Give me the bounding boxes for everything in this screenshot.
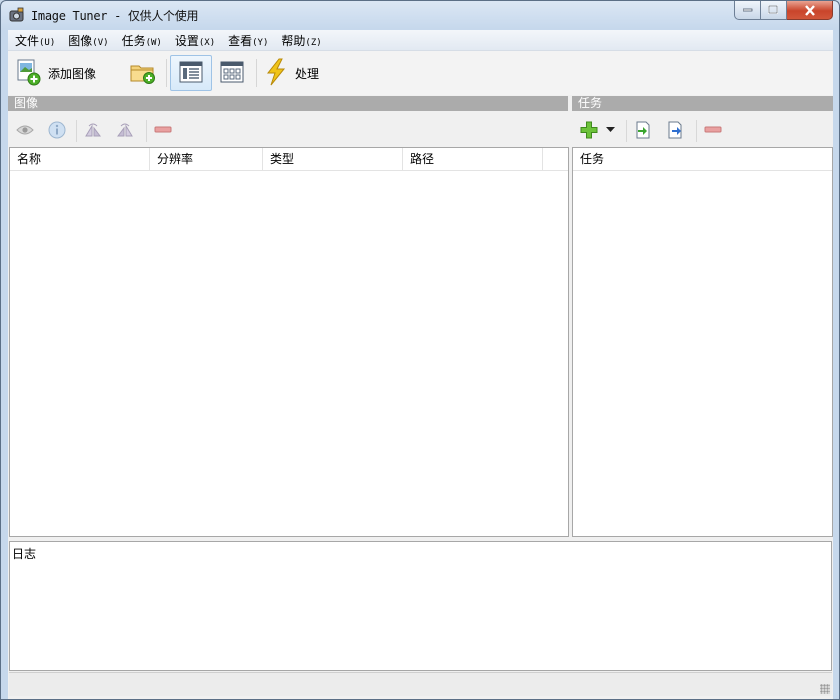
tasks-section-header: 任务 xyxy=(572,96,833,111)
menu-settings[interactable]: 设置(X) xyxy=(168,30,221,50)
close-button[interactable] xyxy=(787,1,833,20)
process-button[interactable]: 处理 xyxy=(263,55,333,91)
subtoolbar-separator xyxy=(76,120,77,142)
rotate-right-icon[interactable] xyxy=(116,121,134,139)
images-section-header: 图像 xyxy=(8,96,568,111)
window-title: Image Tuner - 仅供人个使用 xyxy=(31,9,199,23)
column-header-name[interactable]: 名称 xyxy=(10,148,150,170)
preview-eye-icon[interactable] xyxy=(16,121,34,139)
tasks-section-title: 任务 xyxy=(578,96,603,110)
menu-image[interactable]: 图像(V) xyxy=(61,30,114,50)
subtoolbar-separator xyxy=(146,120,147,142)
menu-view[interactable]: 查看(Y) xyxy=(221,30,274,50)
column-header-filler xyxy=(543,148,568,170)
main-toolbar: 添加图像 处理 xyxy=(8,51,833,95)
column-header-resolution[interactable]: 分辨率 xyxy=(150,148,263,170)
thumbnail-view-icon xyxy=(220,61,244,86)
details-view-button[interactable] xyxy=(170,55,212,91)
images-subtoolbar xyxy=(8,112,568,146)
toolbar-separator xyxy=(256,59,257,87)
column-header-type[interactable]: 类型 xyxy=(263,148,403,170)
title-bar[interactable]: Image Tuner - 仅供人个使用 xyxy=(1,1,839,29)
minimize-button[interactable] xyxy=(734,1,761,20)
images-column-headers: 名称 分辨率 类型 路径 xyxy=(10,148,568,171)
images-section-title: 图像 xyxy=(14,96,39,110)
client-area: 文件(U) 图像(V) 任务(W) 设置(X) 查看(Y) 帮助(Z) 添加图像… xyxy=(8,30,833,699)
log-panel[interactable]: 日志 xyxy=(9,541,832,671)
rotate-left-icon[interactable] xyxy=(84,121,102,139)
resize-grip-icon[interactable] xyxy=(820,684,830,694)
subtoolbar-separator xyxy=(626,120,627,142)
details-view-icon xyxy=(179,61,203,86)
subtoolbar-separator xyxy=(696,120,697,142)
lightning-icon xyxy=(263,58,289,89)
tasks-column-headers: 任务 xyxy=(573,148,832,171)
tasks-subtoolbar xyxy=(572,112,833,146)
add-task-plus-icon[interactable] xyxy=(580,121,598,139)
export-task-icon[interactable] xyxy=(666,121,684,139)
log-label: 日志 xyxy=(12,547,37,561)
add-task-dropdown-icon[interactable] xyxy=(604,121,616,139)
menu-bar: 文件(U) 图像(V) 任务(W) 设置(X) 查看(Y) 帮助(Z) xyxy=(8,30,833,51)
tasks-list[interactable]: 任务 xyxy=(572,147,833,537)
column-header-path[interactable]: 路径 xyxy=(403,148,543,170)
add-image-label: 添加图像 xyxy=(48,66,97,81)
remove-task-icon[interactable] xyxy=(704,121,722,139)
add-folder-button[interactable] xyxy=(126,55,160,91)
app-window: Image Tuner - 仅供人个使用 文件(U) 图像(V) 任务(W) 设… xyxy=(0,0,840,700)
status-bar xyxy=(9,672,832,696)
images-list[interactable]: 名称 分辨率 类型 路径 xyxy=(9,147,569,537)
add-image-icon xyxy=(16,58,42,89)
import-task-icon[interactable] xyxy=(634,121,652,139)
menu-file[interactable]: 文件(U) xyxy=(8,30,61,50)
menu-task[interactable]: 任务(W) xyxy=(115,30,168,50)
add-folder-icon xyxy=(129,59,157,88)
add-image-button[interactable]: 添加图像 xyxy=(16,55,108,91)
info-icon[interactable] xyxy=(48,121,66,139)
toolbar-separator xyxy=(166,59,167,87)
maximize-button[interactable] xyxy=(761,1,787,20)
column-header-task[interactable]: 任务 xyxy=(573,148,832,170)
thumbnail-view-button[interactable] xyxy=(214,55,250,91)
process-label: 处理 xyxy=(295,66,320,81)
remove-image-icon[interactable] xyxy=(154,121,172,139)
menu-help[interactable]: 帮助(Z) xyxy=(274,30,327,50)
app-camera-icon xyxy=(9,7,25,23)
